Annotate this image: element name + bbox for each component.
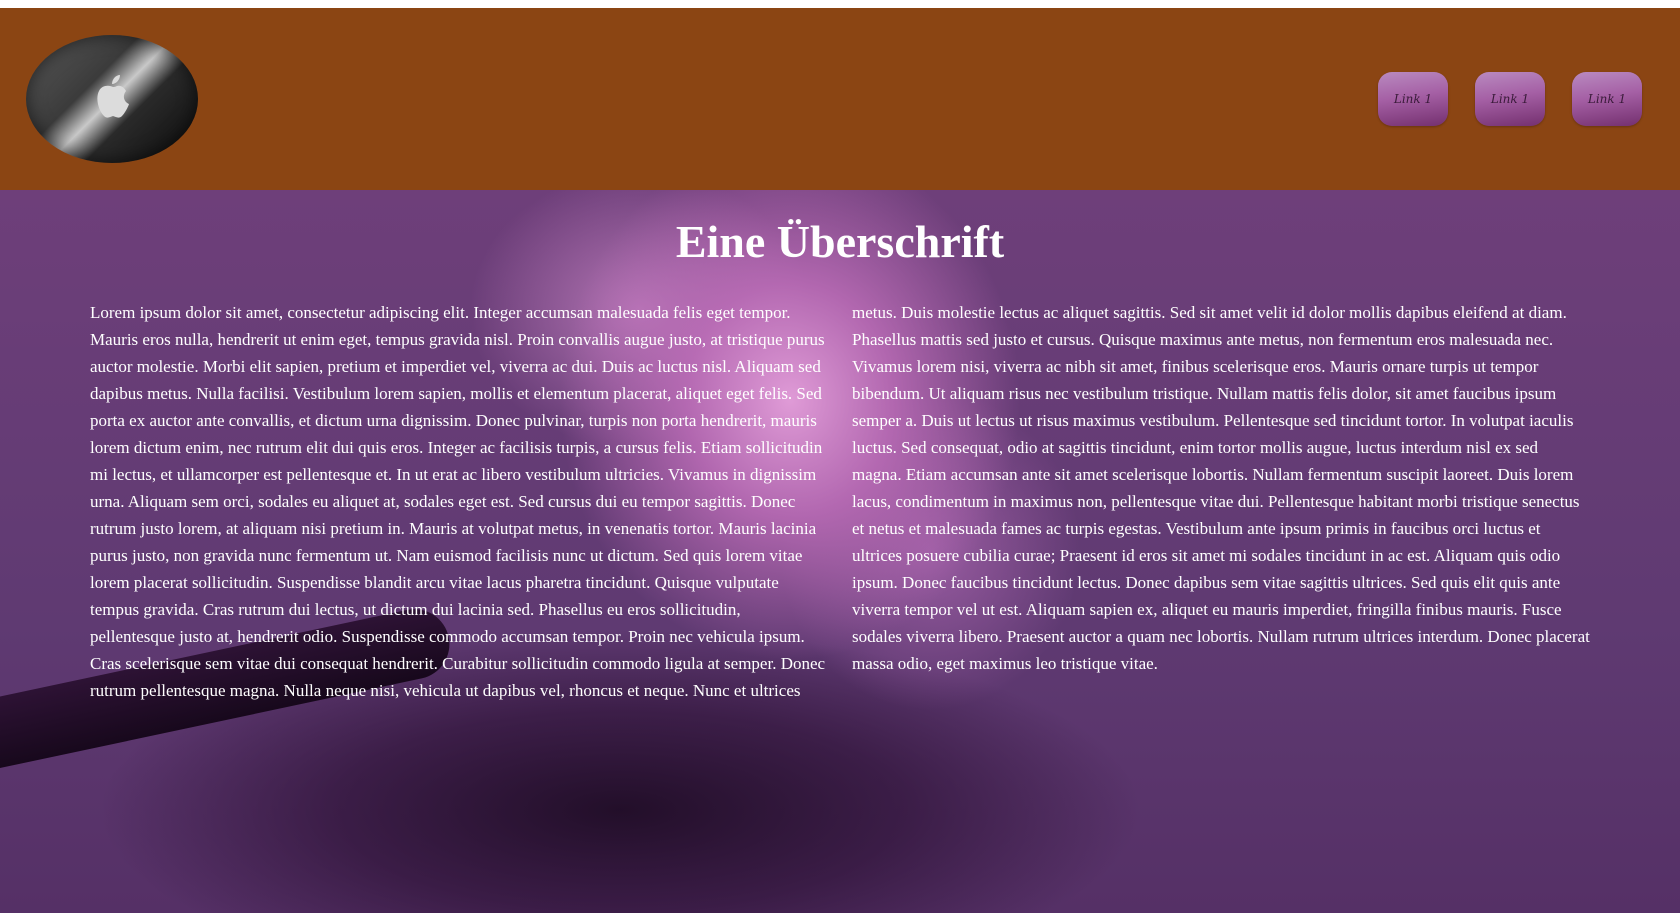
site-header: Link 1 Link 1 Link 1 <box>0 8 1680 190</box>
body-text: Lorem ipsum dolor sit amet, consectetur … <box>90 303 1590 700</box>
page-title: Eine Überschrift <box>675 216 1005 267</box>
nav-link-2[interactable]: Link 1 <box>1475 72 1545 126</box>
main-nav: Link 1 Link 1 Link 1 <box>1378 72 1642 126</box>
apple-logo-icon <box>97 75 129 118</box>
nav-link-1[interactable]: Link 1 <box>1378 72 1448 126</box>
logo[interactable] <box>26 35 198 163</box>
hero-section: Eine Überschrift Lorem ipsum dolor sit a… <box>0 190 1680 913</box>
page-top-strip <box>0 0 1680 8</box>
nav-link-3[interactable]: Link 1 <box>1572 72 1642 126</box>
